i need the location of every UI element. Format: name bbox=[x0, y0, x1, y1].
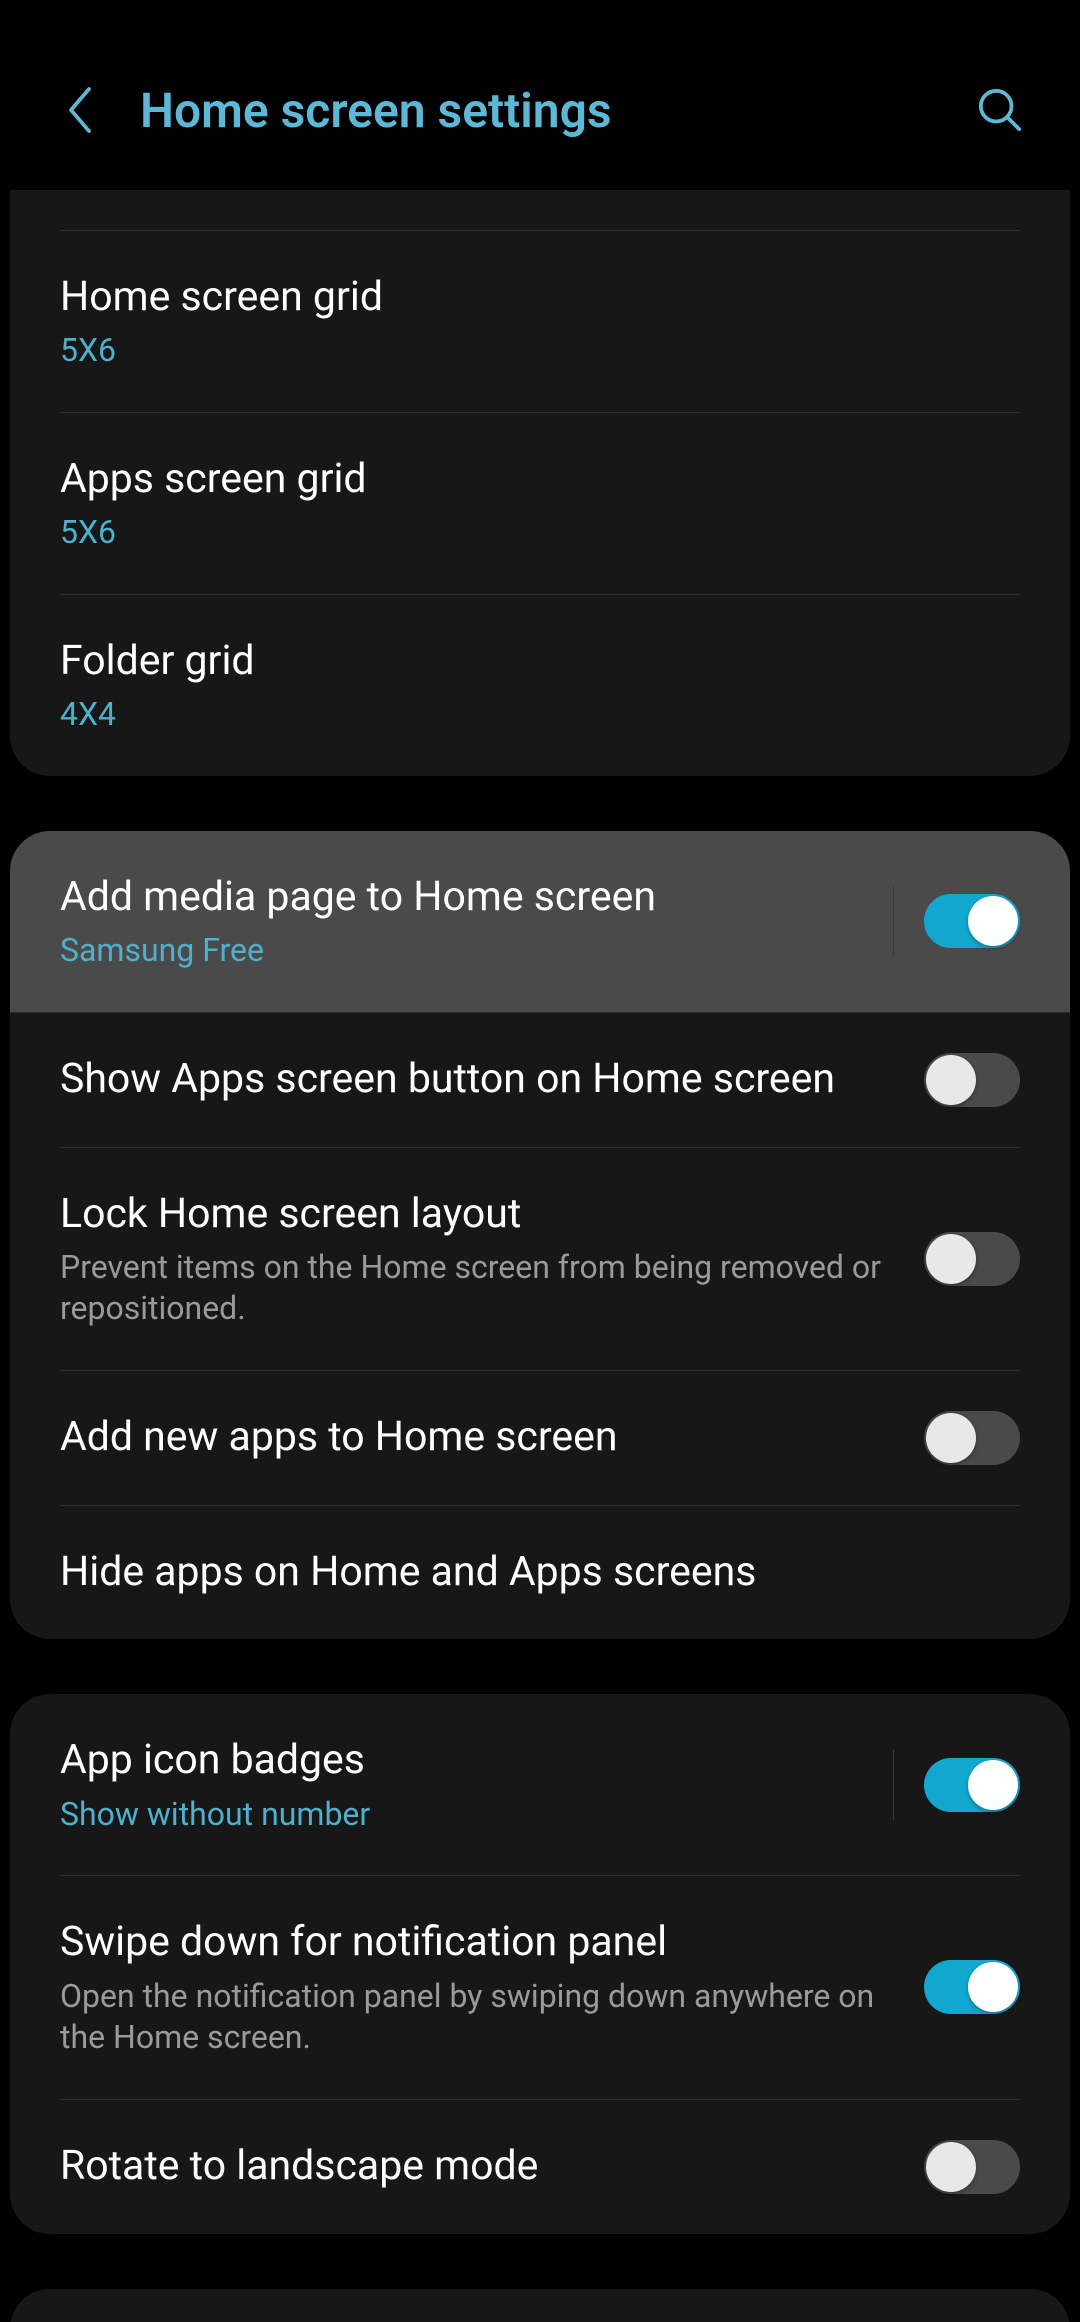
app-icon-badges-toggle[interactable] bbox=[924, 1758, 1020, 1812]
row-label: Apps screen grid bbox=[60, 453, 1020, 506]
back-button[interactable] bbox=[50, 80, 110, 140]
app-icon-badges-row[interactable]: App icon badges Show without number bbox=[10, 1694, 1070, 1875]
row-label: Swipe down for notification panel bbox=[60, 1916, 924, 1969]
row-label: Folder grid bbox=[60, 635, 1020, 688]
apps-screen-grid-row[interactable]: Apps screen grid 5X6 bbox=[10, 413, 1070, 594]
row-label: App icon badges bbox=[60, 1734, 893, 1787]
row-label: Hide apps on Home and Apps screens bbox=[60, 1546, 1020, 1599]
settings-list: Home screen grid 5X6 Apps screen grid 5X… bbox=[0, 190, 1080, 2322]
row-label: Home screen grid bbox=[60, 271, 1020, 324]
swipe-notification-row[interactable]: Swipe down for notification panel Open t… bbox=[10, 1876, 1070, 2098]
divider bbox=[893, 1750, 894, 1820]
search-icon bbox=[977, 87, 1023, 133]
add-media-page-row[interactable]: Add media page to Home screen Samsung Fr… bbox=[10, 831, 1070, 1012]
add-new-apps-toggle[interactable] bbox=[924, 1411, 1020, 1465]
next-card-partial bbox=[10, 2289, 1070, 2322]
row-value: 5X6 bbox=[60, 330, 1020, 372]
lock-layout-row[interactable]: Lock Home screen layout Prevent items on… bbox=[10, 1148, 1070, 1370]
row-sub: Open the notification panel by swiping d… bbox=[60, 1976, 924, 2059]
row-sub: Prevent items on the Home screen from be… bbox=[60, 1247, 924, 1330]
add-new-apps-row[interactable]: Add new apps to Home screen bbox=[10, 1371, 1070, 1505]
header: Home screen settings bbox=[0, 0, 1080, 190]
home-options-card: Add media page to Home screen Samsung Fr… bbox=[10, 831, 1070, 1640]
row-label: Show Apps screen button on Home screen bbox=[60, 1053, 924, 1106]
home-screen-grid-row[interactable]: Home screen grid 5X6 bbox=[10, 231, 1070, 412]
row-label: Add new apps to Home screen bbox=[60, 1411, 924, 1464]
row-label: Lock Home screen layout bbox=[60, 1188, 924, 1241]
show-apps-button-row[interactable]: Show Apps screen button on Home screen bbox=[10, 1013, 1070, 1147]
grid-settings-card: Home screen grid 5X6 Apps screen grid 5X… bbox=[10, 190, 1070, 776]
row-value: 5X6 bbox=[60, 512, 1020, 554]
row-label: Rotate to landscape mode bbox=[60, 2140, 924, 2193]
show-apps-button-toggle[interactable] bbox=[924, 1053, 1020, 1107]
folder-grid-row[interactable]: Folder grid 4X4 bbox=[10, 595, 1070, 776]
swipe-notification-toggle[interactable] bbox=[924, 1960, 1020, 2014]
row-value: 4X4 bbox=[60, 694, 1020, 736]
page-title: Home screen settings bbox=[140, 82, 970, 139]
row-sub: Show without number bbox=[60, 1794, 893, 1836]
rotate-landscape-row[interactable]: Rotate to landscape mode bbox=[10, 2100, 1070, 2234]
rotate-landscape-toggle[interactable] bbox=[924, 2140, 1020, 2194]
add-media-page-toggle[interactable] bbox=[924, 894, 1020, 948]
row-sub: Samsung Free bbox=[60, 930, 893, 972]
misc-options-card: App icon badges Show without number Swip… bbox=[10, 1694, 1070, 2233]
hide-apps-row[interactable]: Hide apps on Home and Apps screens bbox=[10, 1506, 1070, 1639]
chevron-left-icon bbox=[62, 86, 98, 134]
row-label: Add media page to Home screen bbox=[60, 871, 893, 924]
lock-layout-toggle[interactable] bbox=[924, 1232, 1020, 1286]
divider bbox=[893, 886, 894, 956]
search-button[interactable] bbox=[970, 80, 1030, 140]
